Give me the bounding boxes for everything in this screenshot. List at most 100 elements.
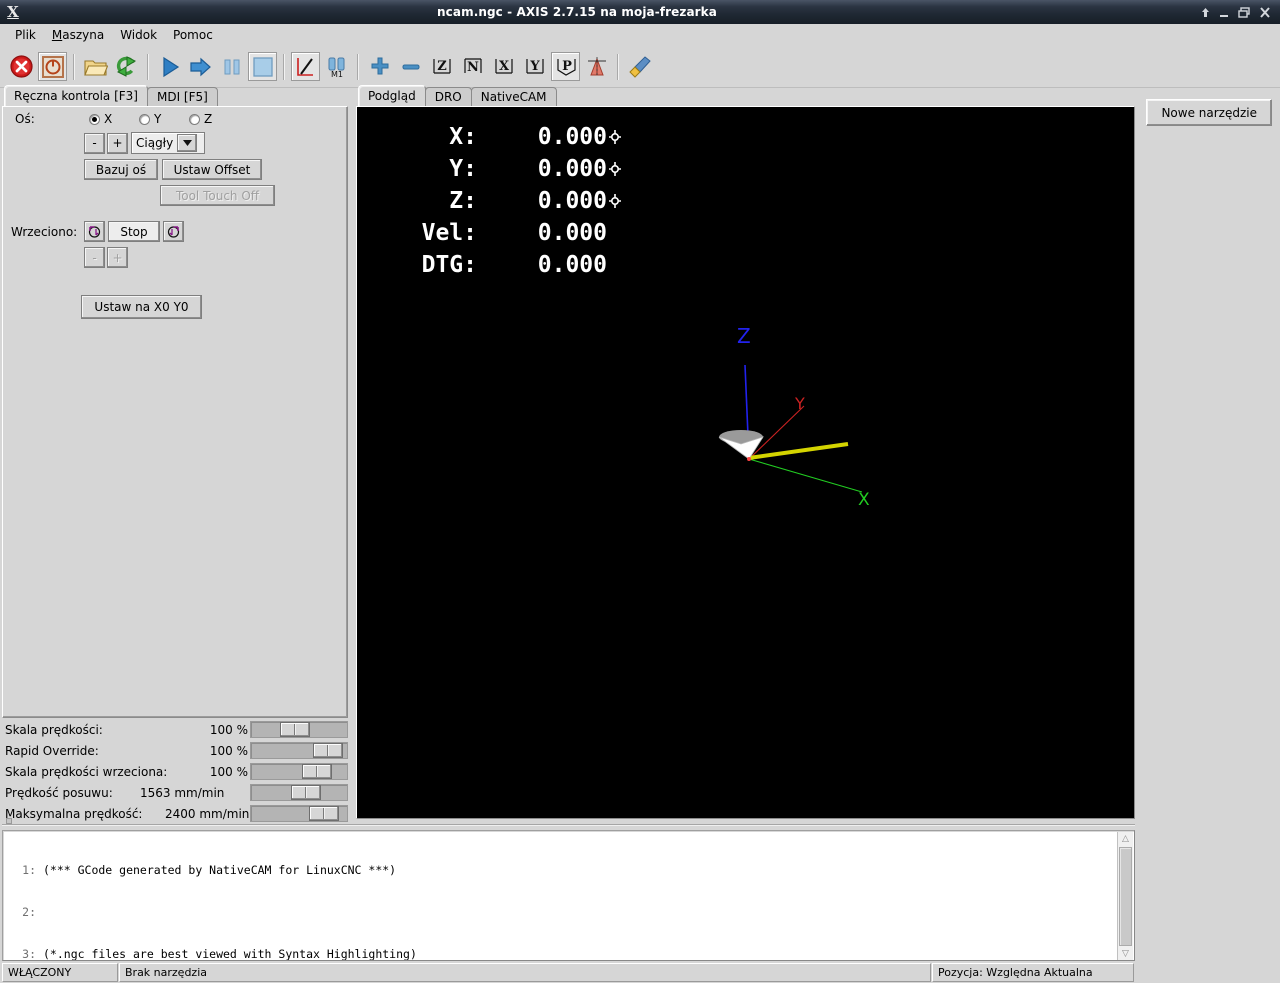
- gcode-line[interactable]: 3: (*.ngc files are best viewed with Syn…: [9, 947, 1134, 961]
- svg-text:N: N: [467, 60, 479, 75]
- set-offset-button[interactable]: Ustaw Offset: [162, 159, 262, 180]
- status-position: Pozycja: Względna Aktualna: [932, 963, 1134, 982]
- view-x-icon[interactable]: X: [489, 52, 518, 81]
- feed-override-handle[interactable]: [280, 722, 310, 737]
- tab-mdi[interactable]: MDI [F5]: [146, 87, 218, 106]
- spindle-ccw-icon[interactable]: [84, 221, 105, 242]
- spindle-speed-minus-button[interactable]: -: [84, 247, 105, 268]
- feed-override-slider[interactable]: [250, 721, 348, 738]
- view-perspective-icon[interactable]: P: [551, 52, 580, 81]
- set-x0-y0-button[interactable]: Ustaw na X0 Y0: [81, 295, 202, 319]
- spindle-speed-plus-button[interactable]: +: [107, 247, 128, 268]
- status-estop: WŁĄCZONY: [2, 963, 118, 982]
- run-program-icon[interactable]: [155, 52, 184, 81]
- shade-button[interactable]: [1201, 7, 1210, 18]
- pane-resize-grip[interactable]: [6, 818, 12, 824]
- menu-widok[interactable]: Widok: [112, 26, 165, 44]
- view-y-icon[interactable]: Y: [520, 52, 549, 81]
- tool-touch-off-button[interactable]: Tool Touch Off: [160, 185, 275, 206]
- spindle-cw-icon[interactable]: [163, 221, 184, 242]
- reload-file-icon[interactable]: [112, 52, 141, 81]
- pane-splitter[interactable]: [2, 824, 1135, 826]
- pause-program-icon[interactable]: [217, 52, 246, 81]
- window-title: ncam.ngc - AXIS 2.7.15 na moja-frezarka: [437, 5, 717, 19]
- open-file-icon[interactable]: [81, 52, 110, 81]
- jog-speed-handle[interactable]: [291, 785, 321, 800]
- new-tool-button[interactable]: Nowe narzędzie: [1146, 99, 1272, 126]
- scroll-down-icon[interactable]: ▽: [1119, 947, 1133, 960]
- y-axis-label: Y: [794, 394, 805, 413]
- menu-pomoc[interactable]: Pomoc: [165, 26, 221, 44]
- spindle-override-slider[interactable]: [250, 763, 348, 780]
- feed-override-value: 100 %: [209, 722, 248, 737]
- rapid-override-handle[interactable]: [313, 743, 343, 758]
- view-z-icon[interactable]: Z: [427, 52, 456, 81]
- home-axis-button[interactable]: Bazuj oś: [84, 159, 158, 180]
- svg-text:P: P: [562, 59, 572, 74]
- gcode-line[interactable]: 2:: [9, 905, 1134, 919]
- toggle-block-delete-icon[interactable]: [291, 52, 320, 81]
- menu-plik[interactable]: Plik: [7, 26, 44, 44]
- gcode-line-number: 1:: [22, 863, 36, 877]
- max-velocity-handle[interactable]: [309, 806, 339, 821]
- axis-label: Oś:: [15, 112, 35, 126]
- jog-increment-select[interactable]: Ciągły: [131, 132, 205, 154]
- gcode-vertical-scrollbar[interactable]: △ ▽: [1117, 832, 1133, 960]
- preview-canvas[interactable]: X: 0.000 Y: 0.000 Z: 0.000 Vel: 0.000 DT…: [356, 106, 1135, 819]
- estop-toggle-icon[interactable]: [7, 52, 36, 81]
- jog-plus-button[interactable]: +: [107, 132, 128, 154]
- tab-reczna-kontrola[interactable]: Ręczna kontrola [F3]: [4, 85, 148, 106]
- tool-origin-point: [747, 457, 751, 461]
- jog-minus-button[interactable]: -: [84, 132, 105, 154]
- step-program-icon[interactable]: [186, 52, 215, 81]
- gcode-line[interactable]: 1: (*** GCode generated by NativeCAM for…: [9, 863, 1134, 877]
- x-axis-label: X: [858, 490, 870, 510]
- tab-dro[interactable]: DRO: [424, 87, 472, 106]
- spindle-override-handle[interactable]: [302, 764, 332, 779]
- axis-z-label: Z: [204, 112, 213, 126]
- jog-speed-slider[interactable]: [250, 784, 348, 801]
- clear-backplot-icon[interactable]: [625, 52, 654, 81]
- manual-control-panel: Oś: X Y Z - + Ciągły Bazuj oś Ustaw Offs…: [2, 106, 348, 718]
- maximize-button[interactable]: [1238, 6, 1250, 18]
- toggle-optional-stop-icon[interactable]: M1: [322, 52, 351, 81]
- statusbar: WŁĄCZONY Brak narzędzia Pozycja: Względn…: [2, 963, 1135, 982]
- window-titlebar: X ncam.ngc - AXIS 2.7.15 na moja-frezark…: [0, 0, 1280, 24]
- toolbar-separator-2: [147, 53, 149, 80]
- gcode-line-number: 3:: [22, 947, 36, 961]
- rapid-override-slider[interactable]: [250, 742, 348, 759]
- close-button[interactable]: [1259, 6, 1271, 18]
- gcode-line-text: (*** GCode generated by NativeCAM for Li…: [43, 863, 397, 877]
- stop-program-icon[interactable]: [248, 52, 277, 81]
- tab-nativecam[interactable]: NativeCAM: [470, 87, 557, 106]
- rapid-override-value: 100 %: [209, 743, 248, 758]
- slider-row-max-velocity: Maksymalna prędkość: 2400 mm/min: [2, 803, 348, 824]
- svg-text:Z: Z: [437, 59, 447, 74]
- axis-radio-y[interactable]: Y: [139, 112, 189, 126]
- menu-maszyna[interactable]: Maszyna: [44, 26, 112, 44]
- spindle-override-label: Skala prędkości wrzeciona:: [5, 764, 168, 779]
- toolbar-separator-5: [617, 53, 619, 80]
- toggle-tool-cone-icon[interactable]: [582, 52, 611, 81]
- chevron-down-icon: [177, 134, 198, 152]
- zoom-in-icon[interactable]: [365, 52, 394, 81]
- scroll-up-icon[interactable]: △: [1119, 832, 1133, 846]
- menubar: Plik Maszyna Widok Pomoc: [0, 24, 1280, 46]
- gcode-listing[interactable]: 1: (*** GCode generated by NativeCAM for…: [2, 830, 1135, 961]
- svg-text:M1: M1: [331, 70, 343, 78]
- machine-power-icon[interactable]: [38, 52, 67, 81]
- rapid-override-label: Rapid Override:: [5, 743, 99, 758]
- tab-podglad[interactable]: Podgląd: [358, 85, 426, 106]
- max-velocity-slider[interactable]: [250, 805, 348, 822]
- backplot-axes: Z Y X: [718, 324, 870, 510]
- z-axis-label: Z: [737, 324, 751, 348]
- slider-row-feed-override: Skala prędkości: 100 %: [2, 719, 348, 740]
- axis-radio-x[interactable]: X: [89, 112, 139, 126]
- zoom-out-icon[interactable]: [396, 52, 425, 81]
- spindle-stop-button[interactable]: Stop: [108, 221, 160, 242]
- view-z2-icon[interactable]: N: [458, 52, 487, 81]
- status-tool: Brak narzędzia: [119, 963, 931, 982]
- scrollbar-thumb[interactable]: [1119, 847, 1132, 946]
- minimize-button[interactable]: [1219, 7, 1229, 18]
- axis-radio-z[interactable]: Z: [189, 112, 239, 126]
